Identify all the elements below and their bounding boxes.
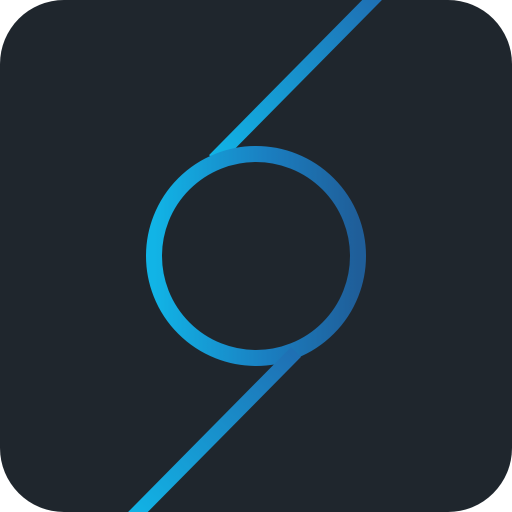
icon-background [0, 0, 512, 512]
app-logo-icon [0, 0, 512, 512]
app-icon-canvas [0, 0, 512, 512]
